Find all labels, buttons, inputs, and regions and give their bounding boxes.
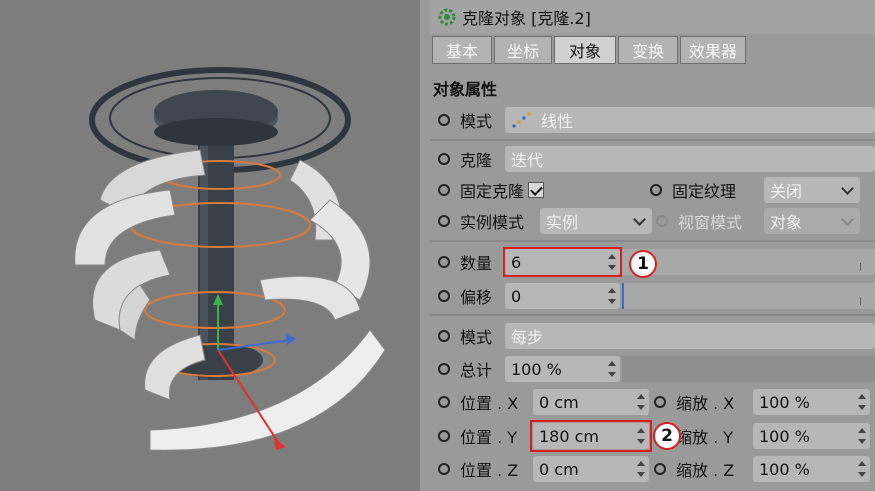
instance-mode-label: 实例模式 (460, 213, 525, 232)
total-slider[interactable] (622, 356, 875, 382)
fix-clone-label: 固定克隆 (460, 182, 525, 201)
section-title: 对象属性 (433, 80, 498, 99)
tab-transform[interactable]: 变换 (618, 36, 678, 64)
pos-y-label: 位置 . Y (460, 428, 518, 447)
clone-dropdown[interactable]: 迭代 (505, 146, 875, 172)
tab-coordinates[interactable]: 坐标 (494, 36, 552, 64)
highlight-box-1 (503, 247, 622, 277)
scale-y-field[interactable]: 100 % (753, 423, 870, 449)
pos-x-label: 位置 . X (460, 394, 519, 413)
tab-effectors[interactable]: 效果器 (680, 36, 746, 64)
scale-y-label: 缩放 . Y (676, 428, 734, 447)
clone-value: 迭代 (511, 151, 544, 170)
stepper-arrows-icon[interactable] (608, 360, 616, 378)
cloned-rings-render (74, 67, 386, 451)
animate-radio[interactable] (438, 363, 450, 375)
animate-radio (656, 215, 669, 227)
scale-y-value: 100 % (759, 426, 810, 446)
pos-z-value: 0 cm (539, 459, 579, 479)
pos-z-field[interactable]: 0 cm (533, 456, 649, 482)
viewport-mode-dropdown: 对象 (764, 208, 860, 234)
animate-radio[interactable] (438, 184, 450, 196)
animate-radio[interactable] (650, 184, 663, 196)
viewport-mode-label: 视窗模式 (678, 213, 743, 232)
animate-radio[interactable] (654, 463, 666, 475)
step-mode-label: 模式 (460, 328, 493, 347)
clone-label: 克隆 (460, 151, 493, 170)
animate-radio[interactable] (438, 463, 450, 475)
tab-basic[interactable]: 基本 (432, 36, 492, 64)
total-field[interactable]: 100 % (505, 356, 620, 382)
total-value: 100 % (511, 359, 562, 379)
scale-z-field[interactable]: 100 % (753, 456, 870, 482)
animate-radio[interactable] (654, 396, 666, 408)
separator (430, 139, 875, 141)
scale-z-value: 100 % (759, 459, 810, 479)
mode-value: 线性 (541, 112, 574, 131)
cloner-gear-icon (438, 8, 456, 26)
offset-value: 0 (511, 286, 522, 306)
animate-radio[interactable] (438, 290, 450, 302)
pos-z-label: 位置 . Z (460, 461, 519, 480)
tab-bar: 基本 坐标 对象 变换 效果器 (432, 36, 748, 66)
stepper-arrows-icon[interactable] (858, 427, 866, 445)
total-label: 总计 (460, 361, 493, 380)
scale-x-value: 100 % (759, 392, 810, 412)
viewport-mode-value: 对象 (770, 213, 803, 232)
chevron-down-icon (841, 213, 854, 226)
animate-radio[interactable] (438, 215, 450, 227)
mode-dropdown[interactable]: 线性 (505, 107, 875, 133)
stepper-arrows-icon[interactable] (637, 393, 645, 411)
offset-slider[interactable] (622, 283, 875, 309)
separator (430, 240, 875, 242)
fix-texture-label: 固定纹理 (672, 182, 737, 201)
highlight-box-2 (530, 420, 652, 452)
annotation-badge-2: 2 (653, 422, 681, 450)
scale-x-field[interactable]: 100 % (753, 389, 870, 415)
instance-mode-value: 实例 (546, 213, 579, 232)
step-mode-dropdown[interactable]: 每步 (505, 323, 875, 349)
panel-title: 克隆对象 [克隆.2] (462, 9, 591, 28)
fix-clone-checkbox[interactable] (528, 182, 545, 198)
stepper-arrows-icon[interactable] (637, 460, 645, 478)
chevron-down-icon (841, 182, 854, 195)
scale-z-label: 缩放 . Z (676, 461, 735, 480)
fix-texture-value: 关闭 (770, 182, 803, 201)
pos-x-value: 0 cm (539, 392, 579, 412)
panel-title-bar: 克隆对象 [克隆.2] (430, 0, 875, 34)
3d-viewport[interactable] (0, 0, 420, 491)
pos-x-field[interactable]: 0 cm (533, 389, 649, 415)
step-mode-value: 每步 (511, 328, 544, 347)
animate-radio[interactable] (438, 430, 450, 442)
animate-radio[interactable] (438, 256, 450, 268)
linear-mode-icon (512, 112, 531, 128)
instance-mode-dropdown[interactable]: 实例 (540, 208, 652, 234)
count-label: 数量 (460, 254, 493, 273)
animate-radio[interactable] (438, 153, 450, 165)
fix-texture-dropdown[interactable]: 关闭 (764, 177, 860, 203)
count-slider[interactable] (622, 249, 875, 275)
stepper-arrows-icon[interactable] (608, 287, 616, 305)
annotation-badge-1: 1 (629, 250, 657, 278)
offset-field[interactable]: 0 (505, 283, 620, 309)
stepper-arrows-icon[interactable] (858, 460, 866, 478)
stepper-arrows-icon[interactable] (858, 393, 866, 411)
mode-label: 模式 (460, 112, 493, 131)
chevron-down-icon (633, 213, 646, 226)
tab-object[interactable]: 对象 (554, 36, 616, 64)
scale-x-label: 缩放 . X (676, 394, 735, 413)
separator (430, 314, 875, 316)
animate-radio[interactable] (438, 330, 450, 342)
animate-radio[interactable] (438, 396, 450, 408)
animate-radio[interactable] (438, 114, 450, 126)
offset-label: 偏移 (460, 288, 493, 307)
